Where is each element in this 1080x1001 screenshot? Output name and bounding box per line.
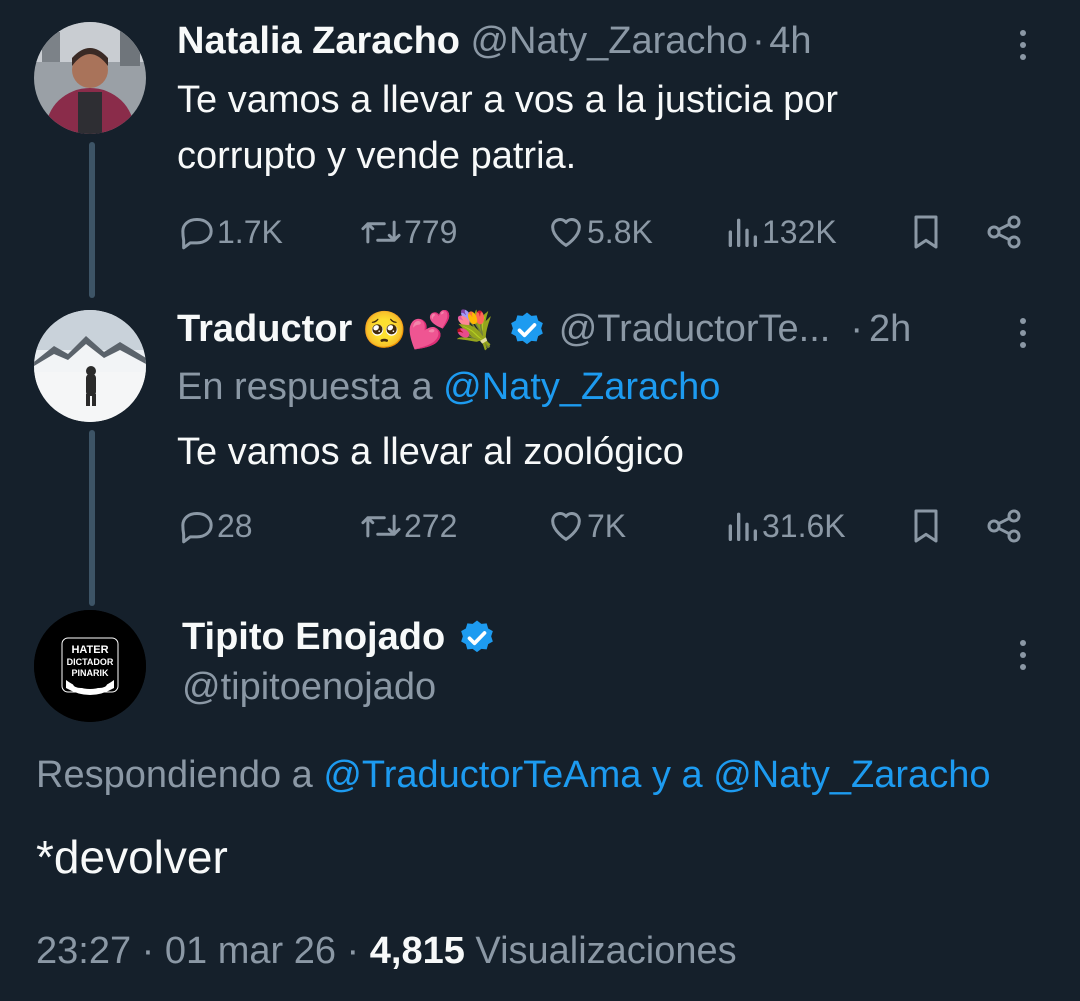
reply-button[interactable]: 1.7K <box>177 212 283 252</box>
emoji-bouquet: 💐 <box>451 308 497 350</box>
avatar-natalia[interactable] <box>34 22 146 134</box>
views-count: 4,815 <box>369 930 465 972</box>
reply-context-prefix: En respuesta a <box>177 366 433 408</box>
author-handle[interactable]: @Naty_Zaracho <box>470 20 747 62</box>
author-name[interactable]: Traductor <box>177 308 352 351</box>
retweet-icon <box>361 220 401 244</box>
emoji-two-hearts: 💕 <box>407 308 452 350</box>
reply-context-mention[interactable]: @Naty_Zaracho <box>443 366 720 408</box>
like-button[interactable]: 5.8K <box>545 212 653 252</box>
reply-button[interactable]: 28 <box>177 506 253 546</box>
views-button[interactable]: 132K <box>722 212 837 252</box>
avatar-tipito[interactable]: HATER DICTADOR PINARIK <box>34 610 146 722</box>
retweet-count: 272 <box>404 507 458 544</box>
reply-count: 28 <box>217 507 253 544</box>
tweet-text: Te vamos a llevar al zoológico <box>177 431 684 473</box>
views-icon <box>728 218 757 247</box>
retweet-button[interactable]: 272 <box>358 506 457 546</box>
avatar-text-line: HATER <box>71 644 108 656</box>
replying-to-and: y a <box>651 754 703 796</box>
tweet-time[interactable]: 23:27 <box>36 930 131 972</box>
views-button[interactable]: 31.6K <box>722 506 846 546</box>
thread-line <box>89 142 95 298</box>
bookmark-icon <box>914 509 938 543</box>
more-icon[interactable] <box>1018 318 1028 354</box>
timestamp[interactable]: 4h <box>769 20 811 62</box>
retweet-button[interactable]: 779 <box>358 212 457 252</box>
views-count: 31.6K <box>762 507 846 544</box>
reply-count: 1.7K <box>217 213 283 250</box>
tweet-text-line: Te vamos a llevar a vos a la justicia po… <box>177 79 839 121</box>
retweet-icon <box>361 514 401 538</box>
avatar-text-line: PINARIK <box>71 668 109 678</box>
views-count: 132K <box>762 213 837 250</box>
share-icon <box>987 509 1021 543</box>
replying-to-mention[interactable]: @TraductorTeAma <box>323 754 641 796</box>
share-button[interactable] <box>983 212 1025 252</box>
tweet-date[interactable]: 01 mar 26 <box>165 930 336 972</box>
reply-icon <box>181 218 213 250</box>
author-name[interactable]: Natalia Zaracho <box>177 20 460 62</box>
avatar-text-line: DICTADOR <box>67 657 114 667</box>
views-label: Visualizaciones <box>475 930 737 972</box>
reply-icon <box>181 512 213 544</box>
share-icon <box>987 215 1021 249</box>
avatar-traductor[interactable] <box>34 310 146 422</box>
bookmark-icon <box>914 215 938 249</box>
views-icon <box>728 512 757 541</box>
like-count: 7K <box>587 507 627 544</box>
like-count: 5.8K <box>587 213 653 250</box>
thread-line <box>89 430 95 606</box>
author-handle[interactable]: @tipitoenojado <box>182 666 436 709</box>
separator: · <box>850 308 863 350</box>
author-name[interactable]: Tipito Enojado <box>182 616 445 659</box>
verified-icon <box>461 620 494 652</box>
tweet-text: *devolver <box>36 831 228 883</box>
replying-to-mention[interactable]: @Naty_Zaracho <box>713 754 990 796</box>
more-icon[interactable] <box>1018 30 1028 66</box>
timestamp[interactable]: 2h <box>869 308 911 351</box>
retweet-count: 779 <box>404 213 458 250</box>
emoji-pleading: 🥺 <box>362 308 408 350</box>
separator: · <box>346 930 360 972</box>
more-icon[interactable] <box>1018 640 1028 676</box>
replying-to-prefix: Respondiendo a <box>36 754 313 796</box>
verified-icon <box>510 312 543 344</box>
author-handle[interactable]: @TraductorTe... <box>559 308 831 351</box>
like-button[interactable]: 7K <box>545 506 626 546</box>
share-button[interactable] <box>983 506 1025 546</box>
like-icon <box>551 218 581 247</box>
separator: · <box>752 20 765 62</box>
like-icon <box>551 512 581 541</box>
separator: · <box>141 930 155 972</box>
bookmark-button[interactable] <box>906 212 946 252</box>
bookmark-button[interactable] <box>906 506 946 546</box>
tweet-text-line: corrupto y vende patria. <box>177 135 577 177</box>
